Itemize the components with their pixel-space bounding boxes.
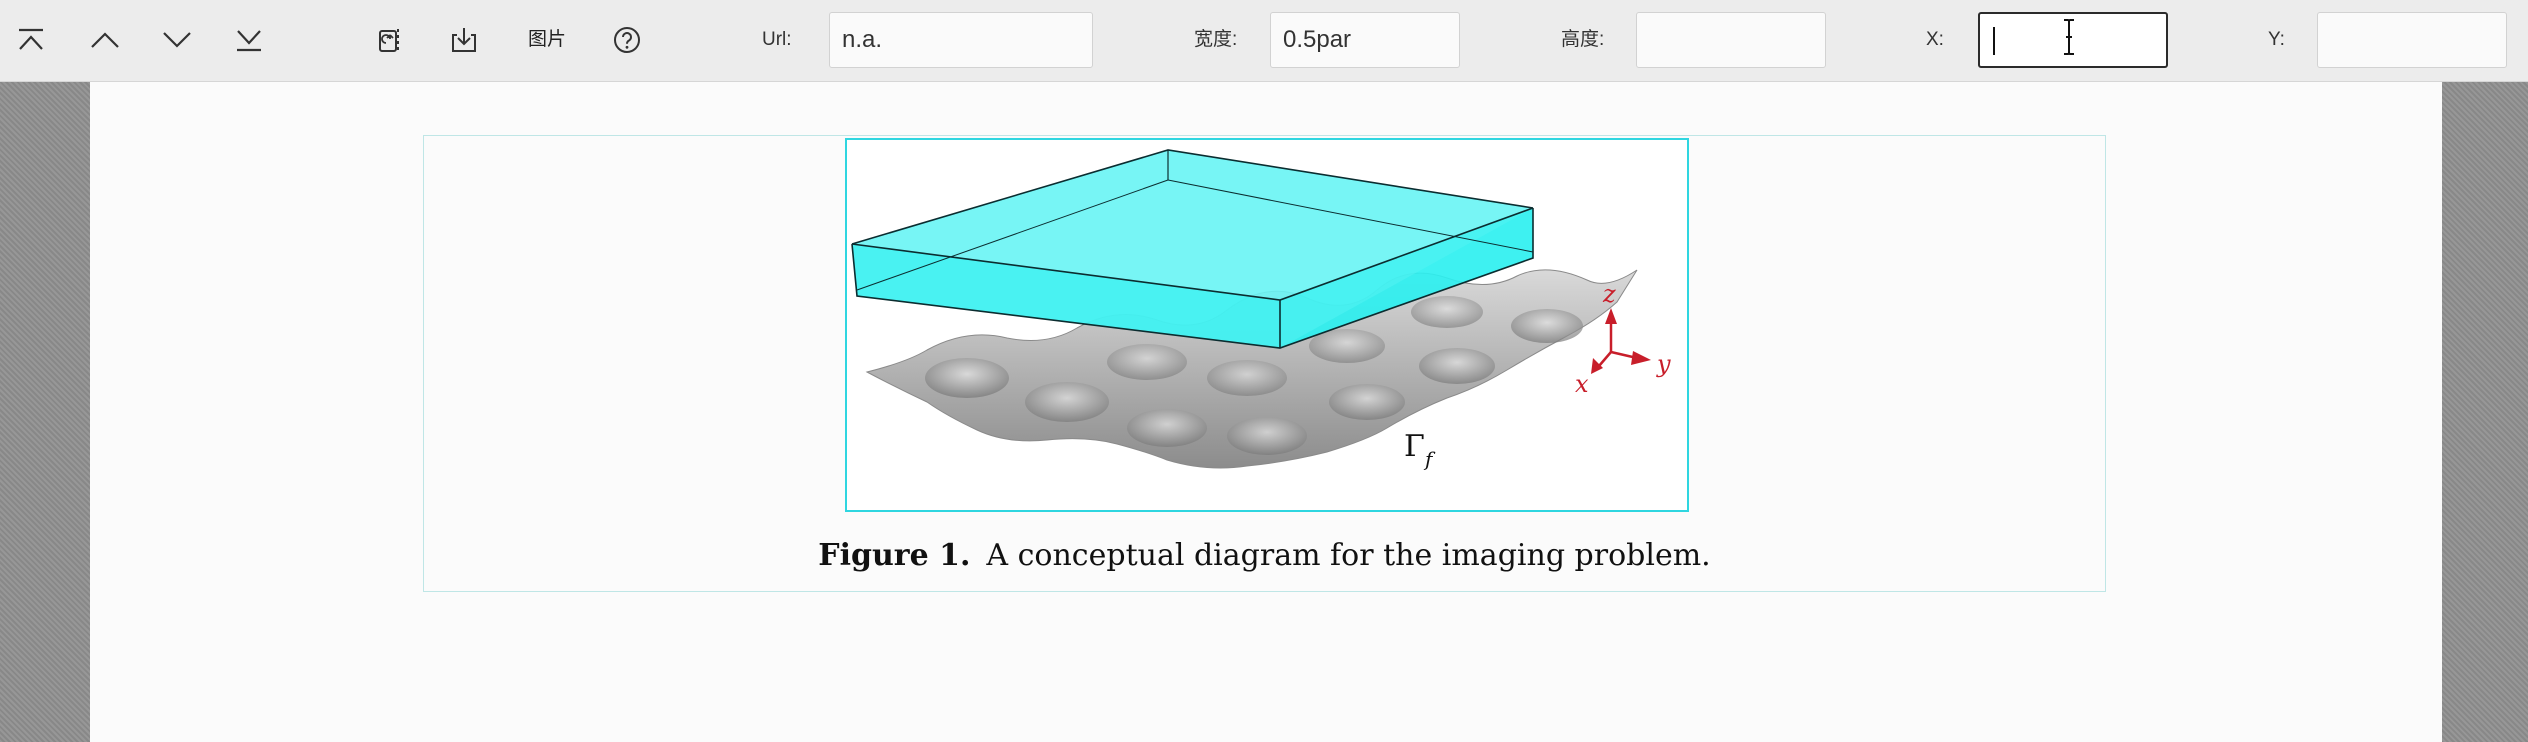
- last-page-icon: [234, 27, 264, 53]
- z-axis-label: z: [1602, 280, 1616, 308]
- text-caret: [1993, 27, 1995, 55]
- last-page-button[interactable]: [226, 17, 272, 63]
- next-page-button[interactable]: [154, 17, 200, 63]
- replace-file-button[interactable]: [368, 17, 414, 63]
- figure-caption: Figure 1. A conceptual diagram for the im…: [423, 538, 2106, 573]
- figure-image[interactable]: Γ f z x y: [845, 138, 1689, 512]
- y-input[interactable]: [2317, 12, 2507, 68]
- width-label: 宽度:: [1194, 29, 1238, 50]
- document-page: Γ f z x y Figure 1. A conceptual diagram …: [90, 82, 2442, 742]
- conceptual-diagram: Γ f z x y: [851, 149, 1671, 471]
- help-icon: [612, 25, 642, 55]
- x-label: X:: [1926, 29, 1944, 50]
- download-icon: [449, 25, 479, 55]
- previous-page-button[interactable]: [82, 17, 128, 63]
- height-label: 高度:: [1561, 29, 1605, 50]
- y-label: Y:: [2268, 29, 2285, 50]
- download-button[interactable]: [441, 17, 487, 63]
- chevron-up-icon: [89, 30, 121, 50]
- chevron-down-icon: [161, 30, 193, 50]
- help-button[interactable]: [604, 17, 650, 63]
- url-label: Url:: [762, 29, 792, 50]
- first-page-button[interactable]: [8, 17, 54, 63]
- y-axis-label: y: [1656, 350, 1671, 378]
- caption-number: Figure 1.: [818, 538, 971, 573]
- text-cursor-icon: [2062, 18, 2076, 61]
- image-button[interactable]: 图片: [528, 24, 566, 56]
- x-axis-label: x: [1575, 370, 1589, 398]
- surface-label: Γ: [1404, 429, 1425, 464]
- first-page-icon: [16, 27, 46, 53]
- caption-text: A conceptual diagram for the imaging pro…: [986, 538, 1711, 573]
- height-input[interactable]: [1636, 12, 1826, 68]
- width-input[interactable]: [1270, 12, 1460, 68]
- file-replace-icon: [377, 25, 405, 55]
- toolbar: 图片 Url: 宽度: 高度: X: Y:: [0, 0, 2528, 82]
- surface-label-subscript: f: [1423, 447, 1436, 471]
- url-input[interactable]: [829, 12, 1093, 68]
